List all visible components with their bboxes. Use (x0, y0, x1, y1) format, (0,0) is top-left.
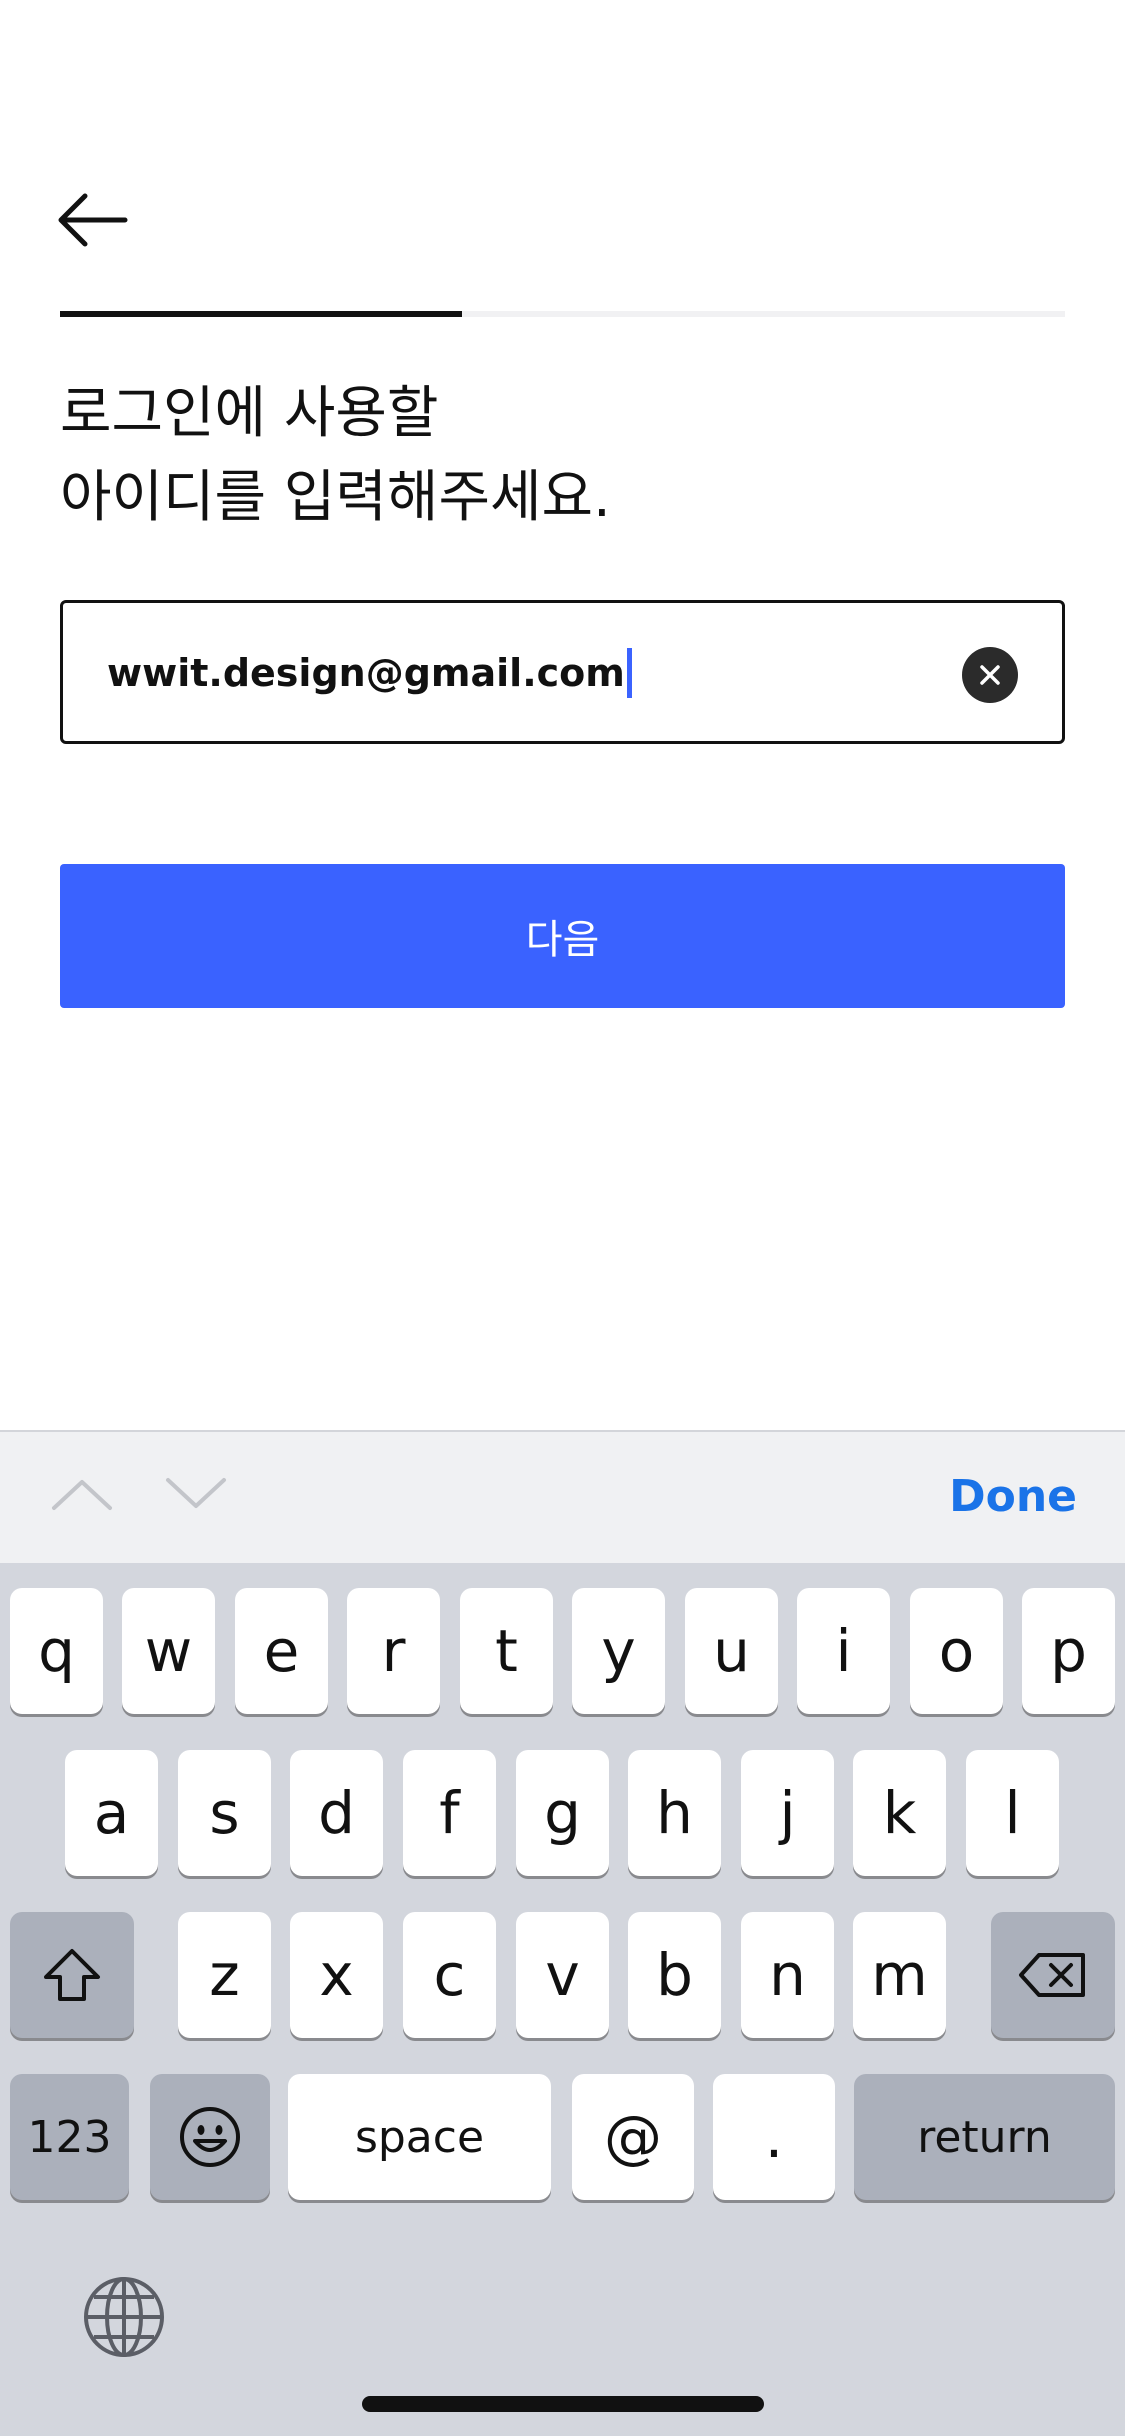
shift-icon (44, 1949, 100, 2001)
key-l[interactable]: l (966, 1750, 1059, 1876)
key-r[interactable]: r (347, 1588, 440, 1714)
key-x[interactable]: x (290, 1912, 383, 2038)
key-h[interactable]: h (628, 1750, 721, 1876)
keyboard-accessory-bar: Done (0, 1430, 1125, 1563)
key-z[interactable]: z (178, 1912, 271, 2038)
key-s[interactable]: s (178, 1750, 271, 1876)
key-p[interactable]: p (1022, 1588, 1115, 1714)
key-q[interactable]: q (10, 1588, 103, 1714)
home-indicator (362, 2396, 764, 2412)
key-n[interactable]: n (741, 1912, 834, 2038)
delete-key[interactable] (991, 1912, 1115, 2038)
at-key[interactable]: @ (572, 2074, 694, 2200)
chevron-down-icon[interactable] (164, 1474, 228, 1514)
progress-fill (60, 311, 462, 317)
title-line-1: 로그인에 사용할 (60, 381, 439, 446)
arrow-left-icon (58, 193, 128, 247)
key-v[interactable]: v (516, 1912, 609, 2038)
space-key[interactable]: space (288, 2074, 551, 2200)
key-a[interactable]: a (65, 1750, 158, 1876)
delete-icon (1019, 1953, 1085, 1997)
page-title: 로그인에 사용할 아이디를 입력해주세요. (60, 372, 1060, 540)
key-j[interactable]: j (741, 1750, 834, 1876)
key-g[interactable]: g (516, 1750, 609, 1876)
clear-circle-icon (980, 665, 1000, 685)
key-y[interactable]: y (572, 1588, 665, 1714)
done-button[interactable]: Done (949, 1472, 1077, 1522)
key-w[interactable]: w (122, 1588, 215, 1714)
emoji-icon (180, 2107, 240, 2167)
key-e[interactable]: e (235, 1588, 328, 1714)
emoji-key[interactable] (150, 2074, 270, 2200)
return-key[interactable]: return (854, 2074, 1115, 2200)
shift-key[interactable] (10, 1912, 134, 2038)
key-b[interactable]: b (628, 1912, 721, 2038)
globe-icon[interactable] (82, 2275, 166, 2359)
next-button[interactable]: 다음 (60, 864, 1065, 1008)
key-o[interactable]: o (910, 1588, 1003, 1714)
title-line-2: 아이디를 입력해주세요. (60, 465, 611, 530)
key-u[interactable]: u (685, 1588, 778, 1714)
email-value: wwit.design@gmail.com (107, 651, 625, 695)
key-f[interactable]: f (403, 1750, 496, 1876)
key-t[interactable]: t (460, 1588, 553, 1714)
progress-bar (60, 311, 1065, 317)
back-button[interactable] (55, 190, 130, 250)
chevron-up-icon[interactable] (50, 1474, 114, 1514)
numbers-key[interactable]: 123 (10, 2074, 129, 2200)
clear-button[interactable] (962, 647, 1018, 703)
key-d[interactable]: d (290, 1750, 383, 1876)
key-m[interactable]: m (853, 1912, 946, 2038)
key-k[interactable]: k (853, 1750, 946, 1876)
key-c[interactable]: c (403, 1912, 496, 2038)
key-i[interactable]: i (797, 1588, 890, 1714)
dot-key[interactable]: . (713, 2074, 835, 2200)
email-field[interactable]: wwit.design@gmail.com (60, 600, 1065, 744)
text-caret (626, 648, 632, 698)
email-input[interactable]: wwit.design@gmail.com (107, 648, 632, 698)
